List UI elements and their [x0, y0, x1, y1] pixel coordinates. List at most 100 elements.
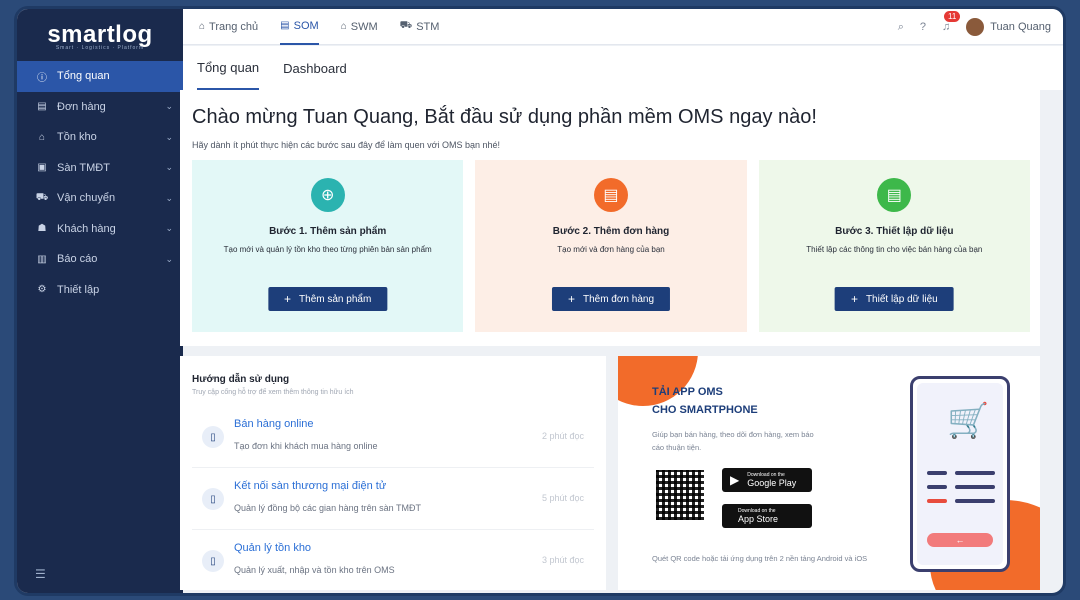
topbar-actions: ⌕ ? ♫ 11 Tuan Quang [882, 9, 1051, 45]
guide-item[interactable]: ▯ Bán hàng online Tạo đơn khi khách mua hà… [192, 408, 594, 468]
module-icon: ⌂ [199, 21, 206, 32]
step-title: Bước 2. Thêm đơn hàng [552, 226, 670, 237]
page-tabs: Tổng quan Dashboard [183, 46, 1063, 90]
google-play-button[interactable]: ▶ Download on the Google Play [722, 468, 812, 492]
search-icon[interactable]: ⌕ [898, 21, 904, 34]
topbar: ⌂ Trang chủ ▤ SOM ⌂ SWM ⛟ STM ⌕ ? ♫ 11 Tuan Quan… [183, 9, 1063, 45]
step-action-button[interactable]: + Thêm sản phẩm [268, 287, 388, 311]
store-name: Google Play [747, 478, 797, 488]
decor-line [955, 485, 995, 489]
tab-label: Trang chủ [209, 20, 259, 33]
decor-line [955, 471, 995, 475]
logo[interactable]: smartlog Smart · Logistics · Platform [17, 9, 183, 61]
tab-label: SOM [293, 19, 319, 32]
app-promo-panel: TẢI APP OMS CHO SMARTPHONE Giúp bạn bán … [618, 356, 1040, 590]
document-icon: ▯ [202, 550, 224, 572]
read-time: 3 phút đọc [541, 555, 584, 565]
tab-module-1[interactable]: ▤ SOM [280, 9, 319, 45]
onboarding-steps: ⊕ Bước 1. Thêm sản phẩm Tạo mới và quản lý… [192, 160, 1030, 332]
module-icon: ▤ [280, 20, 290, 31]
tab-module-3[interactable]: ⛟ STM [400, 9, 440, 45]
onboarding-step-card: ▤ Bước 3. Thiết lập dữ liệu Thiết lập các … [758, 160, 1030, 332]
step-title: Bước 3. Thiết lập dữ liệu [835, 226, 954, 237]
sidebar-item-label: Sàn TMĐT [57, 161, 110, 174]
arrow-left-icon: ← [927, 533, 993, 547]
tab-page-1[interactable]: Dashboard [283, 46, 347, 90]
module-icon: ⛟ [399, 20, 413, 31]
chevron-down-icon: ⌄ [165, 162, 173, 173]
guide-item-title[interactable]: Kết nối sàn thương mại điện tử [234, 480, 386, 492]
qr-code [656, 470, 704, 520]
read-time: 5 phút đọc [541, 493, 584, 503]
onboarding-step-card: ⊕ Bước 1. Thêm sản phẩm Tạo mới và quản lý… [192, 160, 464, 332]
sidebar-nav: ⓘ Tổng quan ▤ Đơn hàng ⌄ ⌂ Tồn kho ⌄ ▣ Sàn TMĐT ⌄ ⛟… [17, 61, 183, 305]
decor-line [955, 499, 995, 503]
read-time: 2 phút đọc [541, 431, 584, 441]
sidebar-item-label: Tổng quan [57, 70, 110, 83]
module-tabs: ⌂ Trang chủ ▤ SOM ⌂ SWM ⛟ STM [199, 9, 461, 45]
step-description: Tạo mới và quản lý tồn kho theo từng phi… [223, 245, 432, 254]
avatar[interactable] [966, 18, 985, 36]
sidebar-item-4[interactable]: ⛟ Vận chuyển ⌄ [17, 183, 183, 214]
guide-item[interactable]: ▯ Kết nối sàn thương mại điện tử Quản lý đ… [192, 470, 594, 530]
app-store-button[interactable]: Download on the App Store [722, 504, 812, 528]
module-icon: ⌂ [340, 21, 347, 32]
customers-icon: ☗ [37, 223, 47, 235]
plus-icon: + [567, 292, 575, 306]
step-action-button[interactable]: + Thêm đơn hàng [551, 287, 671, 311]
collapse-sidebar-icon[interactable]: ☰ [35, 567, 46, 581]
tab-label: STM [416, 20, 440, 33]
step-description: Thiết lập các thông tin cho việc bán hàn… [806, 245, 983, 254]
step-icon: ▤ [877, 178, 912, 212]
chevron-down-icon: ⌄ [165, 192, 173, 203]
sidebar-item-label: Báo cáo [57, 253, 98, 266]
welcome-subtitle: Hãy dành ít phút thực hiện các bước sau … [192, 140, 501, 150]
guide-title: Hướng dẫn sử dụng [192, 374, 290, 385]
sidebar-item-6[interactable]: ▥ Báo cáo ⌄ [17, 244, 183, 275]
tab-module-0[interactable]: ⌂ Trang chủ [199, 9, 258, 45]
chevron-down-icon: ⌄ [165, 253, 173, 264]
chevron-down-icon: ⌄ [165, 223, 173, 234]
promo-note: Quét QR code hoặc tải ứng dụng trên 2 nề… [652, 554, 868, 563]
tab-page-0[interactable]: Tổng quan [197, 46, 260, 90]
plus-icon: + [284, 292, 292, 306]
guide-item-description: Quản lý đồng bộ các gian hàng trên sàn T… [234, 503, 421, 513]
tab-module-2[interactable]: ⌂ SWM [341, 9, 378, 45]
sidebar-item-1[interactable]: ▤ Đơn hàng ⌄ [17, 92, 183, 123]
guide-item-title[interactable]: Quản lý tồn kho [234, 542, 311, 554]
decor-line [927, 471, 947, 475]
step-title: Bước 1. Thêm sản phẩm [269, 226, 387, 237]
help-icon[interactable]: ? [920, 21, 926, 33]
cart-icon: 🛒 [947, 402, 990, 440]
sidebar-item-label: Khách hàng [57, 222, 116, 235]
sidebar-item-label: Thiết lập [57, 283, 100, 296]
guide-item-description: Tạo đơn khi khách mua hàng online [234, 441, 378, 451]
guide-item[interactable]: ▯ Quản lý tồn kho Quản lý xuất, nhập và tồ… [192, 532, 594, 592]
sidebar-item-label: Vận chuyển [57, 192, 116, 205]
decor-blob [618, 356, 698, 406]
sidebar-item-5[interactable]: ☗ Khách hàng ⌄ [17, 214, 183, 245]
button-label: Thiết lập dữ liệu [865, 293, 938, 305]
guide-panel: Hướng dẫn sử dụng Truy cập cổng hỗ trợ đ… [180, 356, 606, 592]
welcome-title: Chào mừng Tuan Quang, Bắt đầu sử dụng ph… [192, 106, 817, 128]
user-name[interactable]: Tuan Quang [990, 21, 1051, 33]
sidebar-item-2[interactable]: ⌂ Tồn kho ⌄ [17, 122, 183, 153]
onboarding-step-card: ▤ Bước 2. Thêm đơn hàng Tạo mới và đơn hàn… [475, 160, 747, 332]
sidebar-item-0[interactable]: ⓘ Tổng quan [17, 61, 183, 92]
store-name: App Store [738, 514, 779, 524]
bell-icon[interactable]: ♫ 11 [942, 11, 961, 33]
promo-description: Giúp bạn bán hàng, theo dõi đơn hàng, xe… [652, 430, 814, 452]
warehouse-icon: ⌂ [38, 131, 46, 143]
sidebar-item-7[interactable]: ⚙ Thiết lập [17, 275, 183, 306]
document-icon: ▯ [202, 488, 224, 510]
plus-icon: + [850, 292, 858, 306]
report-icon: ▥ [37, 253, 47, 265]
decor-line [927, 499, 947, 503]
guide-item-title[interactable]: Bán hàng online [234, 418, 314, 430]
tab-label: SWM [350, 20, 378, 33]
sidebar-item-3[interactable]: ▣ Sàn TMĐT ⌄ [17, 153, 183, 184]
phone-screen: 🛒 ← [917, 383, 1003, 565]
phone-illustration: 🛒 ← [910, 376, 1010, 572]
step-description: Tạo mới và đơn hàng của bạn [557, 245, 665, 254]
step-action-button[interactable]: + Thiết lập dữ liệu [834, 287, 954, 311]
